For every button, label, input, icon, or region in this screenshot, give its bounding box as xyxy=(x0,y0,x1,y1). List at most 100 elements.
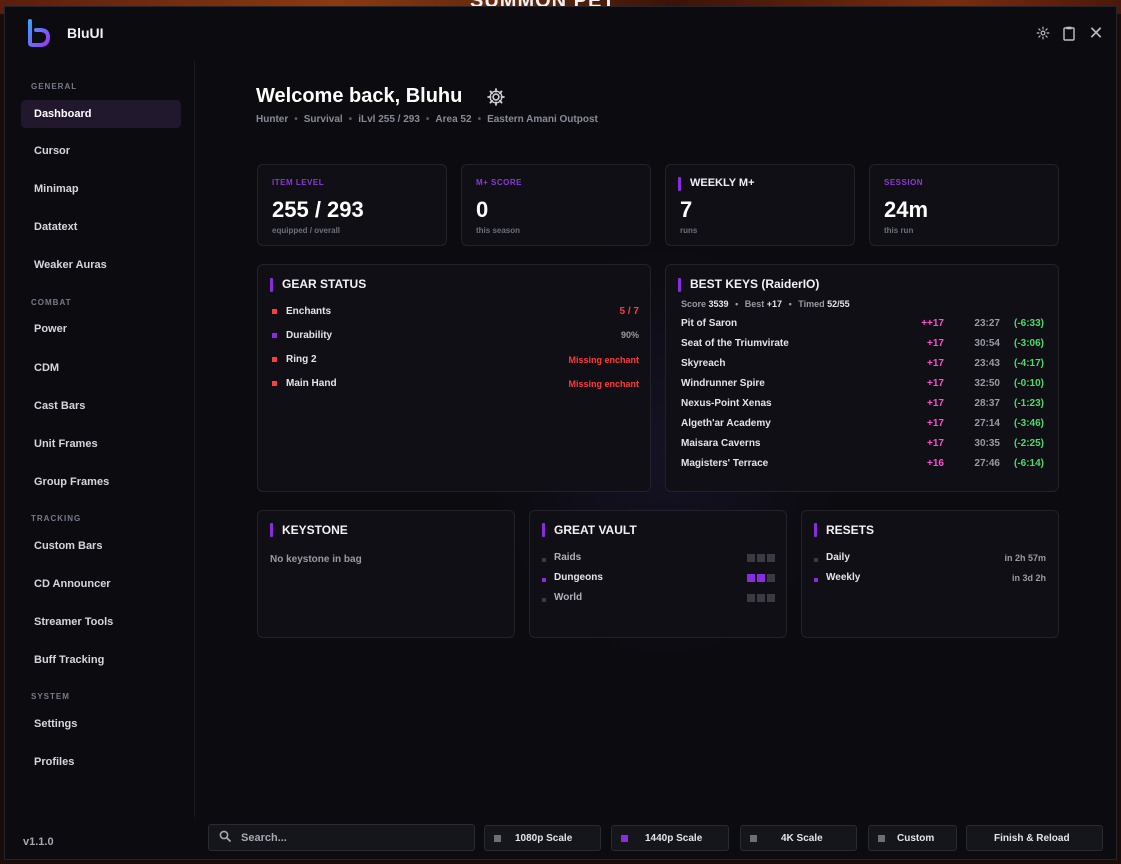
dungeon-key-level: ++17 xyxy=(921,318,944,329)
dungeon-name: Seat of the Triumvirate xyxy=(681,338,789,349)
gear-row-name: Main Hand xyxy=(286,378,337,389)
button-label: 4K Scale xyxy=(781,833,823,844)
vault-row-name: Raids xyxy=(554,552,582,563)
status-bullet xyxy=(272,333,277,338)
vault-slot-empty xyxy=(757,594,765,602)
sidebar-item-dashboard[interactable]: Dashboard xyxy=(21,100,181,128)
checkbox xyxy=(878,835,885,842)
great-vault-title: GREAT VAULT xyxy=(554,523,637,537)
dungeon-time-delta: (-6:33) xyxy=(1013,318,1044,329)
gear-row-value: 5 / 7 xyxy=(619,306,639,317)
sidebar-item-group-frames[interactable]: Group Frames xyxy=(21,468,181,496)
sidebar-item-settings[interactable]: Settings xyxy=(21,710,181,738)
great-vault-card: GREAT VAULT Raids Dungeons World xyxy=(529,510,787,638)
vault-bullet xyxy=(542,558,546,562)
reset-row-name: Weekly xyxy=(826,572,861,583)
status-bullet xyxy=(272,309,277,314)
checkbox xyxy=(494,835,501,842)
sidebar-item-streamer-tools[interactable]: Streamer Tools xyxy=(21,608,181,636)
keys-summary: Score 3539 • Best +17 • Timed 52/55 xyxy=(681,299,850,309)
sidebar-item-buff-tracking[interactable]: Buff Tracking xyxy=(21,646,181,674)
vault-row-name: World xyxy=(554,592,583,603)
sidebar-section-combat: COMBAT xyxy=(31,298,72,307)
sidebar-item-power[interactable]: Power xyxy=(21,315,181,343)
dungeon-run-time: 30:35 xyxy=(974,438,1000,449)
sidebar-item-unit-frames[interactable]: Unit Frames xyxy=(21,430,181,458)
search-icon xyxy=(219,830,231,845)
welcome-heading: Welcome back, Bluhu xyxy=(256,85,463,107)
dungeon-name: Magisters' Terrace xyxy=(681,458,769,469)
dungeon-run-time: 27:14 xyxy=(974,418,1000,429)
sidebar-item-minimap[interactable]: Minimap xyxy=(21,175,181,203)
dungeon-run-time: 30:54 xyxy=(974,338,1000,349)
finish-reload-button[interactable]: Finish & Reload xyxy=(966,825,1103,851)
reset-bullet xyxy=(814,558,818,562)
scale-4k-button[interactable]: 4K Scale xyxy=(740,825,857,851)
settings-gear-icon[interactable] xyxy=(485,87,507,109)
sidebar-item-cdm[interactable]: CDM xyxy=(21,354,181,382)
stat-card-weekly-mplus: WEEKLY M+ 7 runs xyxy=(665,164,855,246)
sidebar-item-custom-bars[interactable]: Custom Bars xyxy=(21,532,181,560)
dungeon-key-level: +17 xyxy=(927,438,944,449)
sidebar-item-cd-announcer[interactable]: CD Announcer xyxy=(21,570,181,598)
stat-label: SESSION xyxy=(884,178,924,187)
button-label: 1080p Scale xyxy=(515,833,573,844)
dungeon-time-delta: (-4:17) xyxy=(1013,358,1044,369)
dungeon-time-delta: (-3:46) xyxy=(1013,418,1044,429)
search-input[interactable] xyxy=(241,830,461,846)
sidebar-item-cursor[interactable]: Cursor xyxy=(21,137,181,165)
gear-row-name: Ring 2 xyxy=(286,354,317,365)
sidebar-item-datatext[interactable]: Datatext xyxy=(21,213,181,241)
dungeon-key-level: +17 xyxy=(927,418,944,429)
gear-row-value: 90% xyxy=(620,330,639,340)
vault-progress-slots xyxy=(747,554,775,562)
dungeon-name: Skyreach xyxy=(681,358,726,369)
stat-label: WEEKLY M+ xyxy=(690,177,755,189)
dungeon-time-delta: (-1:23) xyxy=(1013,398,1044,409)
stat-label: M+ SCORE xyxy=(476,178,523,187)
vault-slot-empty xyxy=(747,594,755,602)
scale-custom-button[interactable]: Custom xyxy=(868,825,957,851)
reset-row-value: in 3d 2h xyxy=(1011,573,1046,583)
button-label: Custom xyxy=(897,833,935,844)
dungeon-time-delta: (-3:06) xyxy=(1013,338,1044,349)
dungeon-name: Nexus-Point Xenas xyxy=(681,398,772,409)
dungeon-key-level: +17 xyxy=(927,378,944,389)
best-keys-title: BEST KEYS (RaiderIO) xyxy=(690,277,820,291)
dungeon-name: Maisara Caverns xyxy=(681,438,761,449)
character-spec: Survival xyxy=(303,114,343,125)
stat-value: 255 / 293 xyxy=(272,197,364,222)
sidebar-item-profiles[interactable]: Profiles xyxy=(21,748,181,776)
keystone-title: KEYSTONE xyxy=(282,523,348,537)
sidebar: GENERAL Dashboard Cursor Minimap Datatex… xyxy=(5,61,195,817)
stat-sub: this season xyxy=(476,226,521,235)
scale-1080p-button[interactable]: 1080p Scale xyxy=(484,825,601,851)
reset-row-name: Daily xyxy=(826,552,850,563)
accent-bar xyxy=(270,278,273,292)
dungeon-name: Windrunner Spire xyxy=(681,378,765,389)
stat-value: 7 xyxy=(680,197,693,222)
vault-slot-filled xyxy=(757,574,765,582)
sidebar-item-weaker-auras[interactable]: Weaker Auras xyxy=(21,251,181,279)
best-keys-card: BEST KEYS (RaiderIO) Score 3539 • Best +… xyxy=(665,264,1059,492)
close-icon[interactable]: ✕ xyxy=(1086,23,1106,43)
timed-value: 52/55 xyxy=(827,299,850,309)
dungeon-name: Algeth'ar Academy xyxy=(681,418,771,429)
gear-row-value: Missing enchant xyxy=(568,355,639,365)
status-bullet xyxy=(272,357,277,362)
vault-slot-filled xyxy=(747,574,755,582)
scale-1440p-button[interactable]: 1440p Scale xyxy=(611,825,729,851)
best-label: Best xyxy=(744,299,765,309)
character-class: Hunter xyxy=(256,114,289,125)
vault-bullet xyxy=(542,598,546,602)
gear-icon[interactable] xyxy=(1033,23,1053,43)
stat-sub: runs xyxy=(680,226,698,235)
dungeon-key-level: +17 xyxy=(927,338,944,349)
vault-slot-empty xyxy=(757,554,765,562)
sidebar-item-cast-bars[interactable]: Cast Bars xyxy=(21,392,181,420)
accent-bar xyxy=(270,523,273,537)
status-bullet xyxy=(272,381,277,386)
clipboard-icon[interactable] xyxy=(1059,23,1079,43)
stat-card-mplus-score: M+ SCORE 0 this season xyxy=(461,164,651,246)
character-info-line: Hunter • Survival • iLvl 255 / 293 • Area 52 • E… xyxy=(256,114,598,125)
